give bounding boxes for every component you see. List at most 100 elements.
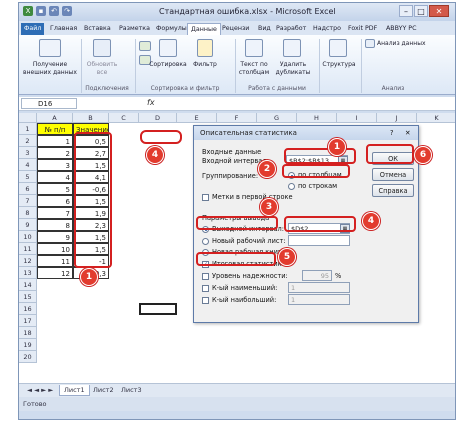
new-sheet-radio[interactable] — [202, 238, 209, 245]
row-header-8[interactable]: 8 — [19, 207, 37, 219]
undo-icon[interactable]: ↶ — [49, 6, 59, 16]
sort-az-icon[interactable] — [139, 41, 151, 51]
kth-smallest-checkbox[interactable] — [202, 285, 209, 292]
table-row-number[interactable]: 9 — [37, 231, 73, 243]
tab-view[interactable]: Вид — [255, 23, 274, 35]
row-header-15[interactable]: 15 — [19, 291, 37, 303]
table-row-number[interactable]: 2 — [37, 147, 73, 159]
column-header-f[interactable]: F — [217, 113, 257, 123]
tab-layout[interactable]: Разметка — [116, 23, 153, 35]
row-header-18[interactable]: 18 — [19, 327, 37, 339]
table-row-number[interactable]: 7 — [37, 207, 73, 219]
row-header-1[interactable]: 1 — [19, 123, 37, 135]
tab-formulas[interactable]: Формулы — [153, 23, 190, 35]
confidence-field[interactable]: 95 — [302, 270, 332, 281]
column-header-e[interactable]: E — [177, 113, 217, 123]
column-header-k[interactable]: K — [417, 113, 455, 123]
row-header-14[interactable]: 14 — [19, 279, 37, 291]
kth-largest-field[interactable]: 1 — [288, 294, 350, 305]
tab-abbyy[interactable]: ABBYY PC — [383, 23, 420, 35]
tab-foxit[interactable]: Foxit PDF — [345, 23, 380, 35]
table-row-number[interactable]: 10 — [37, 243, 73, 255]
sort-button[interactable]: Сортировка — [149, 61, 187, 69]
filter-button[interactable]: Фильтр — [187, 61, 223, 69]
minimize-button[interactable]: – — [399, 5, 413, 17]
row-header-6[interactable]: 6 — [19, 183, 37, 195]
row-header-4[interactable]: 4 — [19, 159, 37, 171]
data-analysis-button[interactable]: Анализ данных — [377, 40, 437, 48]
row-header-11[interactable]: 11 — [19, 243, 37, 255]
table-header-number[interactable]: № п/п — [37, 123, 73, 135]
cancel-button[interactable]: Отмена — [372, 168, 414, 181]
tab-review[interactable]: Рецензи — [219, 23, 252, 35]
kth-largest-label: К-ый наибольший: — [212, 296, 277, 304]
row-header-13[interactable]: 13 — [19, 267, 37, 279]
selected-cell[interactable] — [139, 303, 177, 315]
new-sheet-field[interactable] — [288, 235, 350, 246]
row-header-5[interactable]: 5 — [19, 171, 37, 183]
badge-5-icon: 5 — [278, 248, 296, 266]
tab-home[interactable]: Главная — [47, 23, 80, 35]
tab-addins[interactable]: Надстро — [310, 23, 344, 35]
redo-icon[interactable]: ↷ — [62, 6, 72, 16]
column-header-c[interactable]: C — [109, 113, 139, 123]
refresh-all-button[interactable]: Обновить все — [83, 61, 121, 77]
sheet-tab-2[interactable]: Лист2 — [89, 385, 118, 396]
row-header-3[interactable]: 3 — [19, 147, 37, 159]
table-row-number[interactable]: 3 — [37, 159, 73, 171]
row-header-2[interactable]: 2 — [19, 135, 37, 147]
maximize-button[interactable]: □ — [414, 5, 428, 17]
tab-data[interactable]: Данные — [187, 23, 221, 35]
name-box[interactable]: D16 — [21, 98, 77, 109]
table-row-number[interactable]: 6 — [37, 195, 73, 207]
close-button[interactable]: ✕ — [429, 5, 449, 17]
sheet-tab-3[interactable]: Лист3 — [117, 385, 146, 396]
kth-largest-checkbox[interactable] — [202, 297, 209, 304]
labels-first-row-checkbox[interactable] — [202, 194, 209, 201]
table-row-number[interactable]: 8 — [37, 219, 73, 231]
row-header-10[interactable]: 10 — [19, 231, 37, 243]
row-header-20[interactable]: 20 — [19, 351, 37, 363]
dialog-close-icon[interactable]: ✕ — [405, 129, 411, 137]
column-header-g[interactable]: G — [257, 113, 297, 123]
confidence-checkbox[interactable] — [202, 273, 209, 280]
tab-insert[interactable]: Вставка — [81, 23, 114, 35]
kth-smallest-field[interactable]: 1 — [288, 282, 350, 293]
row-header-12[interactable]: 12 — [19, 255, 37, 267]
sheet-nav-icon[interactable]: ◄ ◄ ► ► — [23, 385, 57, 396]
help-button[interactable]: Справка — [372, 184, 414, 197]
row-header-9[interactable]: 9 — [19, 219, 37, 231]
tab-file[interactable]: Файл — [21, 23, 45, 35]
column-header-j[interactable]: J — [377, 113, 417, 123]
column-header-h[interactable]: H — [297, 113, 337, 123]
table-row-number[interactable]: 5 — [37, 183, 73, 195]
sheet-tab-1[interactable]: Лист1 — [59, 385, 90, 396]
fx-icon[interactable]: fx — [147, 98, 155, 107]
by-columns-highlight-box — [282, 164, 350, 178]
column-header-d[interactable]: D — [139, 113, 177, 123]
save-icon[interactable]: ▪ — [36, 6, 46, 16]
remove-duplicates-button[interactable]: Удалить дубликаты — [275, 61, 311, 77]
row-header-19[interactable]: 19 — [19, 339, 37, 351]
table-row-number[interactable]: 11 — [37, 255, 73, 267]
row-header-17[interactable]: 17 — [19, 315, 37, 327]
row-header-16[interactable]: 16 — [19, 303, 37, 315]
get-external-data-button[interactable]: Получение внешних данных — [23, 61, 77, 77]
table-row-number[interactable]: 1 — [37, 135, 73, 147]
table-row-number[interactable]: 4 — [37, 171, 73, 183]
column-header-a[interactable]: A — [37, 113, 73, 123]
by-rows-radio[interactable] — [288, 183, 295, 190]
structure-button[interactable]: Структура — [319, 61, 359, 69]
tab-developer[interactable]: Разработ — [273, 23, 309, 35]
dialog-title: Описательная статистика — [194, 126, 418, 140]
text-to-columns-button[interactable]: Текст по столбцам — [235, 61, 273, 77]
row-header-7[interactable]: 7 — [19, 195, 37, 207]
dialog-help-icon[interactable]: ? — [390, 129, 394, 137]
select-all-corner[interactable] — [19, 113, 37, 123]
table-row-number[interactable]: 12 — [37, 267, 73, 279]
column-header-b[interactable]: B — [73, 113, 109, 123]
badge-1-icon: 1 — [328, 138, 346, 156]
column-header-i[interactable]: I — [337, 113, 377, 123]
filter-icon — [197, 39, 213, 57]
ribbon-tabs: Файл Главная Вставка Разметка Формулы Да… — [19, 21, 455, 35]
